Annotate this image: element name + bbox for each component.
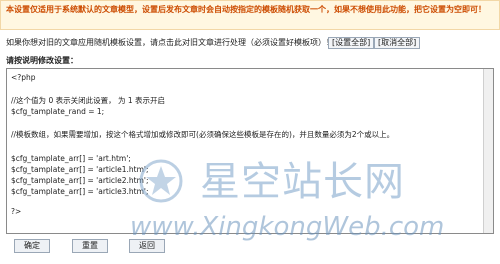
code-line: //模板数组，如果需要增加，按这个格式增加或修改即可(必须确保这些模板是存在的)… xyxy=(11,130,395,139)
old-articles-text: 如果你想对旧的文章应用随机模板设置，请点击此对旧文章进行处理（必须设置好模板项）… xyxy=(6,38,334,47)
config-textarea[interactable]: <?php //这个值为 0 表示关闭此设置， 为 1 表示开启 $cfg_ta… xyxy=(6,68,494,234)
editor-label: 请按说明修改设置： xyxy=(6,56,78,65)
back-button[interactable]: 返回 xyxy=(129,239,165,253)
reset-button[interactable]: 重置 xyxy=(72,239,108,253)
notice-banner: 本设置仅适用于系统默认的文章模型，设置后发布文章时会自动按指定的模板随机获取一个… xyxy=(0,0,500,30)
code-line: $cfg_tamplate_rand = 1; xyxy=(11,107,105,116)
code-line: <?php xyxy=(11,73,36,82)
code-line: $cfg_tamplate_arr[] = 'art.htm'; xyxy=(11,154,131,163)
code-line: $cfg_tamplate_arr[] = 'article1.htm'; xyxy=(11,165,149,174)
notice-text: 本设置仅适用于系统默认的文章模型，设置后发布文章时会自动按指定的模板随机获取一个… xyxy=(6,5,486,14)
cancel-all-button[interactable]: [取消全部] xyxy=(374,37,421,49)
set-all-button[interactable]: [设置全部] xyxy=(328,37,375,49)
textarea-scrollbar[interactable] xyxy=(483,69,493,233)
code-line: //这个值为 0 表示关闭此设置， 为 1 表示开启 xyxy=(11,96,166,105)
code-line: $cfg_tamplate_arr[] = 'article2.htm'; xyxy=(11,176,149,185)
confirm-button[interactable]: 确定 xyxy=(14,239,50,253)
code-line: ?> xyxy=(11,207,22,216)
code-line: $cfg_tamplate_arr[] = 'article3.htm'; xyxy=(11,187,149,196)
old-articles-info: 如果你想对旧的文章应用随机模板设置，请点击此对旧文章进行处理（必须设置好模板项）… xyxy=(6,36,494,50)
form-actions: 确定 重置 返回 xyxy=(0,236,500,256)
